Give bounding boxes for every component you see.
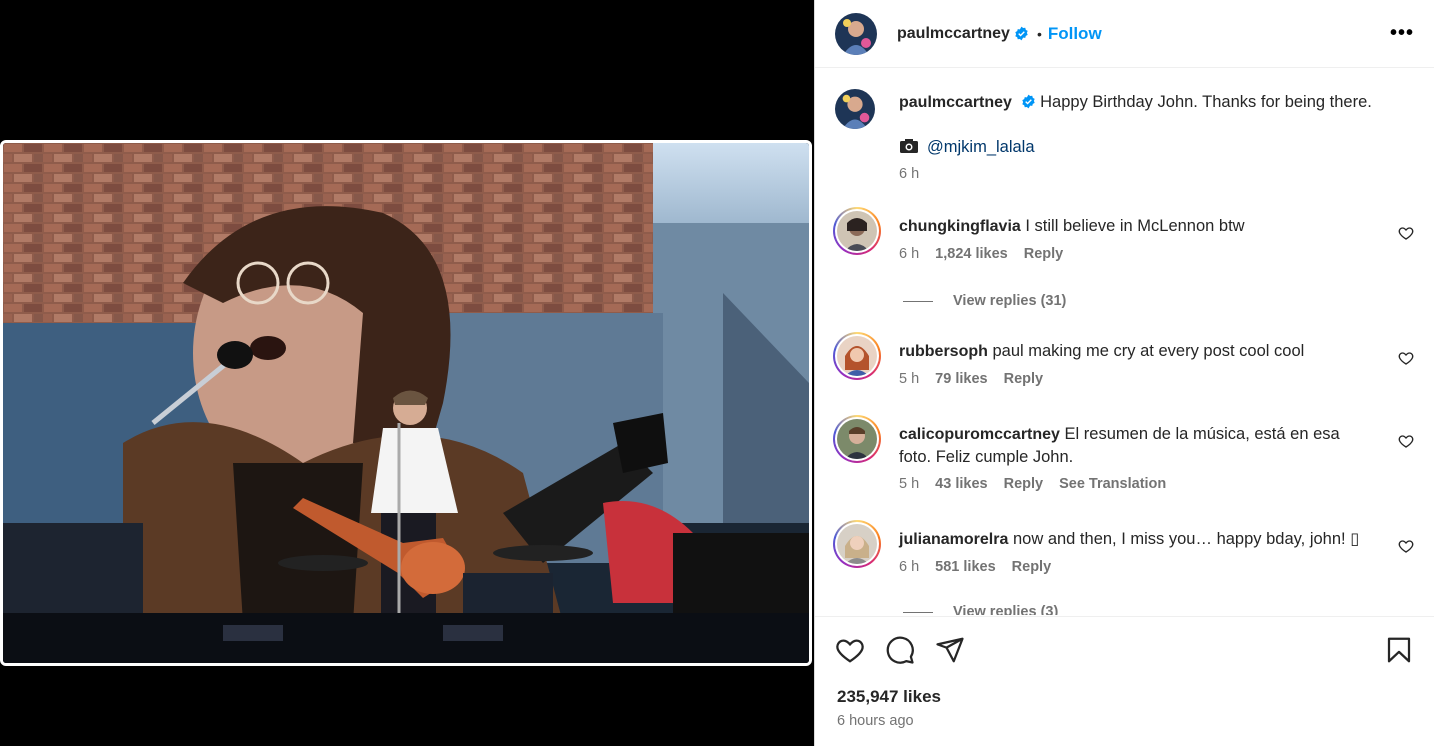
story-ring[interactable] [833,332,881,380]
comments-scroll-area[interactable]: paulmccartney Happy Birthday John. Thank… [815,69,1434,615]
author-username[interactable]: paulmccartney [897,25,1010,43]
comment-likes[interactable]: 581 likes [935,559,995,575]
author-avatar[interactable] [835,12,877,55]
separator-dot: • [1036,25,1042,42]
comment-likes[interactable]: 43 likes [935,476,987,492]
comment-username[interactable]: julianamorelra [899,531,1008,548]
comment-icon[interactable] [885,635,915,665]
caption: paulmccartney Happy Birthday John. Thank… [835,89,1414,189]
comment-like-heart-icon[interactable] [1398,538,1414,554]
commenter-avatar [837,419,877,459]
comment-likes[interactable]: 1,824 likes [935,246,1008,262]
concert-photo-illustration [3,143,809,663]
comment-like-heart-icon[interactable] [1398,433,1414,449]
caption-text: Happy Birthday John. Thanks for being th… [1040,93,1372,111]
caption-avatar[interactable] [835,89,875,129]
comment-like-heart-icon[interactable] [1398,350,1414,366]
post-side-panel: paulmccartney • Follow ••• paulmccartney… [814,0,1434,746]
comment-time: 6 h [899,559,920,575]
replies-divider-line [903,300,933,302]
verified-badge-icon [1021,94,1035,109]
heart-icon[interactable] [835,635,865,665]
view-replies-button[interactable]: View replies (3) [903,604,1058,615]
comment-time: 5 h [899,371,920,387]
view-replies-label: View replies (3) [953,604,1059,615]
comment-text: now and then, I miss you… happy bday, jo… [1012,530,1360,548]
commenter-avatar [837,524,877,564]
comment-username[interactable]: rubbersoph [899,343,988,360]
comment-item: rubbersoph paul making me cry at every p… [833,332,1414,394]
view-replies-label: View replies (31) [953,293,1067,309]
post-header: paulmccartney • Follow ••• [815,0,1434,68]
story-ring[interactable] [833,207,881,255]
comment-username[interactable]: chungkingflavia [899,218,1021,235]
story-ring[interactable] [833,520,881,568]
see-translation-button[interactable]: See Translation [1059,476,1166,492]
view-replies-button[interactable]: View replies (31) [903,293,1066,309]
post-media-panel [0,0,814,746]
reply-button[interactable]: Reply [1012,559,1052,575]
paper-plane-icon[interactable] [935,635,965,665]
commenter-avatar [837,211,877,251]
reply-button[interactable]: Reply [1004,476,1044,492]
comment-time: 6 h [899,246,920,262]
photo-credit-mention[interactable]: @mjkim_lalala [927,138,1035,156]
post-likes-count[interactable]: 235,947 likes [837,687,941,707]
comment-item: calicopuromccartney El resumen de la mús… [833,415,1414,499]
story-ring[interactable] [833,415,881,463]
comment-item: julianamorelra now and then, I miss you…… [833,520,1414,592]
comment-like-heart-icon[interactable] [1398,225,1414,241]
comment-text: I still believe in McLennon btw [1025,217,1245,235]
comment-likes[interactable]: 79 likes [935,371,987,387]
post-timestamp[interactable]: 6 hours ago [837,713,914,729]
verified-badge-icon [1015,26,1028,41]
caption-username[interactable]: paulmccartney [899,94,1012,111]
reply-button[interactable]: Reply [1024,246,1064,262]
comment-username[interactable]: calicopuromccartney [899,426,1060,443]
post-action-bar: 235,947 likes 6 hours ago [815,616,1434,746]
bookmark-icon[interactable] [1384,635,1414,665]
replies-divider-line [903,611,933,613]
commenter-avatar [837,336,877,376]
more-options-icon[interactable]: ••• [1390,22,1414,45]
camera-icon [900,139,918,153]
comment-time: 5 h [899,476,920,492]
comment-text: paul making me cry at every post cool co… [992,342,1305,360]
post-photo[interactable] [0,140,812,666]
caption-time: 6 h [899,166,920,182]
reply-button[interactable]: Reply [1004,371,1044,387]
follow-button[interactable]: Follow [1048,24,1102,44]
